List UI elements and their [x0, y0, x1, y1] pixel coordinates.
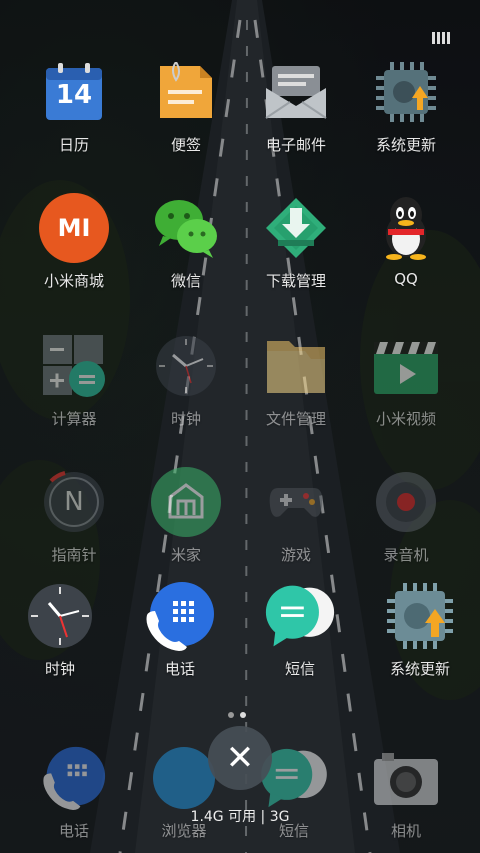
recorder-icon [370, 466, 442, 538]
calendar-icon: 14 [38, 56, 110, 128]
app-label: 米家 [170, 546, 201, 564]
app-label: 便签 [170, 136, 201, 154]
camera-icon [370, 742, 442, 814]
app-wechat[interactable]: 微信 [126, 192, 246, 312]
app-label: 小米视频 [375, 410, 436, 428]
app-label: 电话 [164, 660, 195, 678]
clock-icon [150, 330, 222, 402]
app-email[interactable]: 电子邮件 [236, 56, 356, 176]
app-label: 时钟 [44, 660, 75, 678]
app-label: QQ [394, 270, 418, 288]
page-dot-active [240, 712, 246, 718]
app-game[interactable]: 游戏 [236, 466, 356, 586]
app-compass[interactable]: N 指南针 [14, 466, 134, 586]
clock-icon [24, 580, 96, 652]
app-label: 小米商城 [43, 272, 104, 290]
system-update-icon [384, 580, 456, 652]
app-label: 微信 [170, 272, 201, 290]
mi-logo-text: MI [57, 214, 91, 242]
memory-status: 1.4G 可用 | 3G [190, 809, 290, 825]
mijia-icon [150, 466, 222, 538]
app-calendar[interactable]: 14 日历 [14, 56, 134, 176]
app-file-manager[interactable]: 文件管理 [236, 330, 356, 450]
app-label: 电子邮件 [265, 136, 326, 154]
system-update-icon [370, 56, 442, 128]
mi-store-icon: MI [38, 192, 110, 264]
email-icon [260, 56, 332, 128]
app-qq[interactable]: QQ [346, 192, 466, 312]
file-manager-icon [260, 330, 332, 402]
app-system-update[interactable]: 系统更新 [346, 56, 466, 176]
game-icon [260, 466, 332, 538]
dock-phone[interactable]: 电话 [14, 742, 134, 842]
app-notes[interactable]: 便签 [126, 56, 246, 176]
notes-icon [150, 56, 222, 128]
app-label: 游戏 [280, 546, 311, 564]
mi-video-icon [370, 330, 442, 402]
app-recorder[interactable]: 录音机 [346, 466, 466, 586]
phone-icon [38, 742, 110, 814]
message-icon [264, 580, 336, 652]
app-mi-video[interactable]: 小米视频 [346, 330, 466, 450]
calendar-day: 14 [55, 80, 93, 110]
app-mijia[interactable]: 米家 [126, 466, 246, 586]
app-mi-store[interactable]: MI 小米商城 [14, 192, 134, 312]
app-label: 指南针 [51, 546, 97, 564]
app-label: 系统更新 [389, 660, 450, 678]
app-message[interactable]: 短信 [240, 580, 360, 700]
app-label: 录音机 [383, 546, 429, 564]
calculator-icon [38, 330, 110, 402]
app-label: 短信 [284, 660, 315, 678]
app-label: 文件管理 [265, 410, 326, 428]
app-label: 时钟 [170, 410, 201, 428]
app-calculator[interactable]: 计算器 [14, 330, 134, 450]
app-system-update-2[interactable]: 系统更新 [360, 580, 480, 700]
download-icon [260, 192, 332, 264]
clear-recents-button[interactable]: ✕ [208, 726, 272, 790]
app-download[interactable]: 下载管理 [236, 192, 356, 312]
app-phone[interactable]: 电话 [120, 580, 240, 700]
app-label: 下载管理 [265, 272, 326, 290]
app-label: 计算器 [51, 410, 97, 428]
phone-icon [144, 580, 216, 652]
app-clock-2[interactable]: 时钟 [0, 580, 120, 700]
app-label: 日历 [58, 136, 89, 154]
page-indicator [228, 712, 246, 718]
app-label: 系统更新 [375, 136, 436, 154]
wechat-icon [150, 192, 222, 264]
qq-icon [370, 192, 442, 264]
page-dot [228, 712, 234, 718]
compass-icon: N [38, 466, 110, 538]
dock-camera[interactable]: 相机 [346, 742, 466, 842]
app-clock[interactable]: 时钟 [126, 330, 246, 450]
compass-letter: N [64, 487, 84, 517]
battery-icon [432, 32, 450, 44]
